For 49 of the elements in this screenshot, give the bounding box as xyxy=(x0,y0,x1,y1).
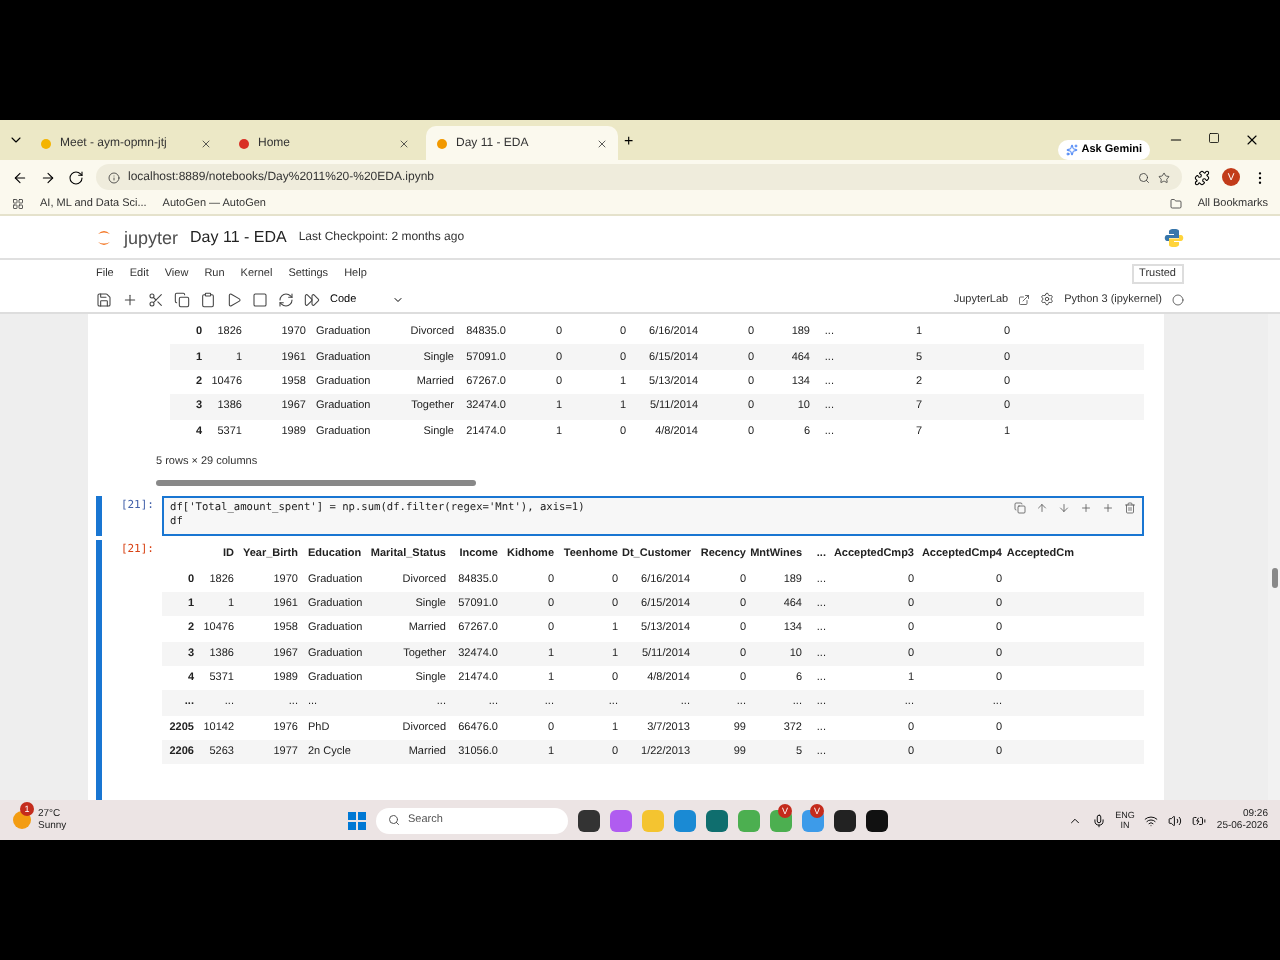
maximize-button[interactable] xyxy=(1208,132,1220,144)
back-button[interactable] xyxy=(12,169,28,185)
delete-cell-button[interactable] xyxy=(1124,501,1136,514)
cut-button[interactable] xyxy=(148,291,164,307)
horizontal-scrollbar[interactable] xyxy=(156,479,476,486)
new-tab-button[interactable]: + xyxy=(624,131,634,149)
sparkle-icon xyxy=(1065,144,1078,156)
stop-button[interactable] xyxy=(252,291,268,307)
insert-cell-button[interactable] xyxy=(122,291,138,307)
duplicate-cell-button[interactable] xyxy=(1014,501,1026,514)
close-icon[interactable] xyxy=(200,137,212,149)
save-button[interactable] xyxy=(96,291,112,307)
copy-button[interactable] xyxy=(174,291,190,307)
tray-chevron-icon[interactable] xyxy=(1067,813,1082,827)
insert-above-button[interactable] xyxy=(1080,501,1092,514)
site-icon xyxy=(40,137,52,149)
python-logo-icon xyxy=(1164,227,1184,247)
forward-button[interactable] xyxy=(40,169,56,185)
jupyter-logo-icon xyxy=(96,227,112,247)
paste-button[interactable] xyxy=(200,291,216,307)
run-button[interactable] xyxy=(226,291,242,307)
zoom-icon[interactable] xyxy=(1138,171,1150,183)
bookmark-star-icon[interactable] xyxy=(1158,171,1170,183)
notebook-title[interactable]: Day 11 - EDA xyxy=(190,228,287,246)
kernel-idle-icon xyxy=(1172,293,1184,305)
external-link-icon[interactable] xyxy=(1018,293,1031,305)
site-icon xyxy=(238,137,250,149)
jupyter-logo-text: jupyter xyxy=(124,227,179,247)
info-icon[interactable] xyxy=(108,171,120,183)
volume-icon[interactable] xyxy=(1168,813,1183,827)
vertical-scrollbar[interactable] xyxy=(1271,568,1277,588)
search-icon xyxy=(388,814,400,826)
close-button[interactable] xyxy=(1244,132,1260,148)
site-icon xyxy=(436,137,448,149)
close-icon[interactable] xyxy=(398,137,410,149)
restart-button[interactable] xyxy=(278,291,294,307)
reload-button[interactable] xyxy=(68,169,84,185)
caret-icon xyxy=(392,293,405,305)
run-all-button[interactable] xyxy=(304,291,320,307)
battery-icon[interactable] xyxy=(1192,813,1207,827)
tab-search-button[interactable] xyxy=(8,132,24,148)
close-icon[interactable] xyxy=(596,137,608,149)
wifi-icon[interactable] xyxy=(1144,813,1159,827)
microphone-icon[interactable] xyxy=(1091,813,1106,827)
apps-icon[interactable] xyxy=(12,198,24,210)
extensions-icon[interactable] xyxy=(1194,169,1210,185)
insert-below-button[interactable] xyxy=(1102,501,1114,514)
settings-button[interactable] xyxy=(1040,292,1055,306)
windows-start-icon[interactable] xyxy=(348,811,366,829)
